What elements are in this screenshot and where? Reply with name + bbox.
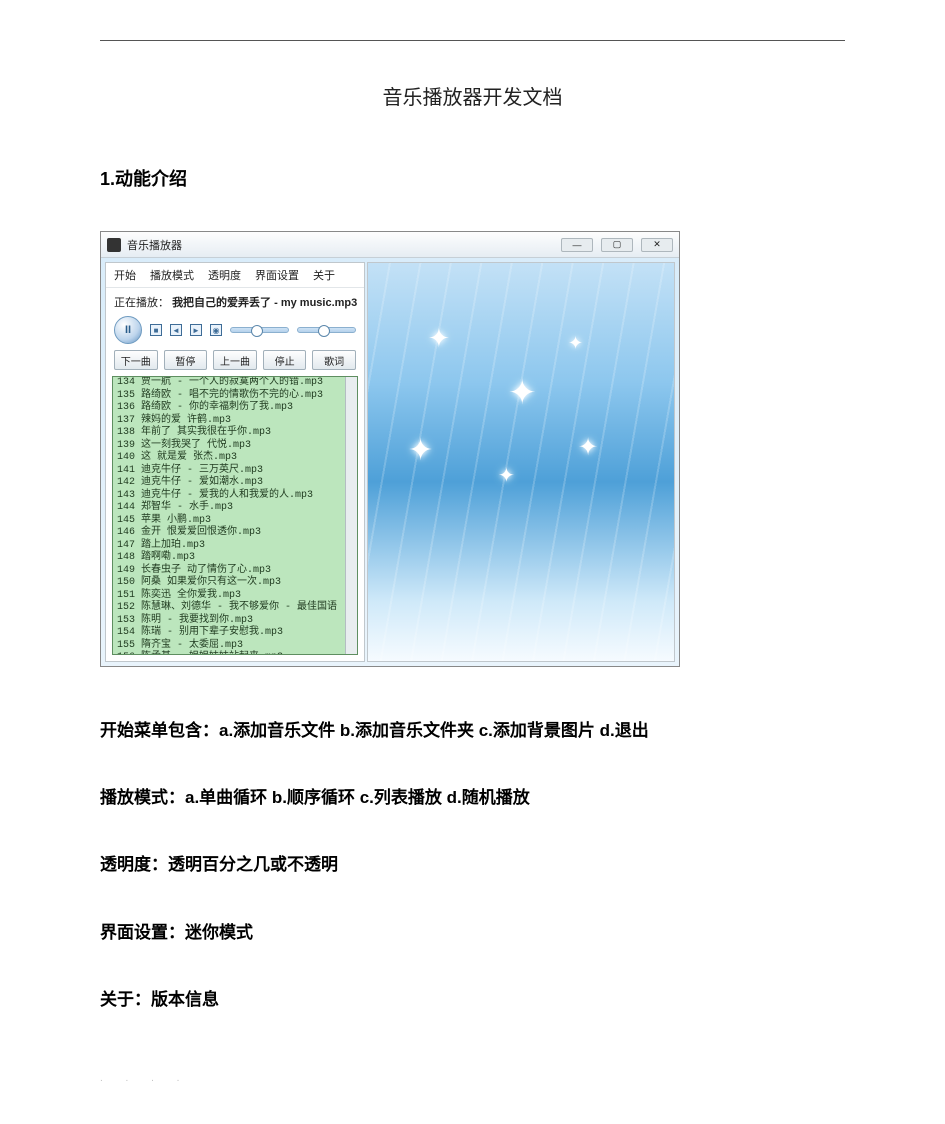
list-item[interactable]: 139 这一刻我哭了 代悦.mp3	[113, 440, 357, 453]
prev-track-button[interactable]: 上一曲	[213, 350, 257, 370]
play-pause-button[interactable]: II	[114, 316, 142, 344]
volume-icon[interactable]: ◉	[210, 324, 222, 336]
list-item[interactable]: 153 陈明 - 我要找到你.mp3	[113, 615, 357, 628]
sparkle-icon: ✦	[578, 433, 598, 462]
paragraph-about: 关于：版本信息	[100, 986, 845, 1013]
sparkle-icon: ✦	[568, 333, 583, 354]
left-panel: 开始 播放模式 透明度 界面设置 关于 正在播放： 我把自己的爱弄丢了 - my…	[105, 262, 365, 662]
menubar: 开始 播放模式 透明度 界面设置 关于	[106, 263, 364, 288]
window-titlebar: 音乐播放器 — ▢ ✕	[101, 232, 679, 258]
app-screenshot: 音乐播放器 — ▢ ✕ 开始 播放模式 透明度 界面设置 关于 正在播放：	[100, 231, 680, 667]
seek-slider[interactable]	[297, 327, 356, 333]
menu-about[interactable]: 关于	[313, 267, 335, 283]
menu-ui[interactable]: 界面设置	[255, 267, 299, 283]
list-item[interactable]: 152 陈慧琳、刘德华 - 我不够爱你 - 最佳国语	[113, 602, 357, 615]
menu-playmode[interactable]: 播放模式	[150, 267, 194, 283]
list-item[interactable]: 150 阿桑 如果爱你只有这一次.mp3	[113, 577, 357, 590]
list-item[interactable]: 136 路绮欧 - 你的幸福刺伤了我.mp3	[113, 402, 357, 415]
now-playing: 正在播放： 我把自己的爱弄丢了 - my music.mp3	[106, 288, 364, 312]
maximize-button[interactable]: ▢	[601, 238, 633, 252]
now-playing-label: 正在播放：	[114, 297, 169, 309]
button-row: 下一曲 暂停 上一曲 停止 歌词	[106, 350, 364, 376]
list-item[interactable]: 144 郑智华 - 水手.mp3	[113, 502, 357, 515]
menu-start[interactable]: 开始	[114, 267, 136, 283]
paragraph-start-menu: 开始菜单包含：a.添加音乐文件 b.添加音乐文件夹 c.添加背景图片 d.退出	[100, 717, 845, 744]
list-item[interactable]: 151 陈奕迅 全你爱我.mp3	[113, 590, 357, 603]
list-item[interactable]: 134 贾一航 - 一个人的寂寞两个人的错.mp3	[113, 377, 357, 390]
sparkle-icon: ✦	[498, 463, 515, 488]
pause-button[interactable]: 暂停	[164, 350, 208, 370]
list-item[interactable]: 141 迪克牛仔 - 三万英尺.mp3	[113, 465, 357, 478]
list-item[interactable]: 147 踏上加珀.mp3	[113, 540, 357, 553]
list-item[interactable]: 143 迪克牛仔 - 爱我的人和我爱的人.mp3	[113, 490, 357, 503]
paragraph-play-mode: 播放模式：a.单曲循环 b.顺序循环 c.列表播放 d.随机播放	[100, 784, 845, 811]
list-item[interactable]: 137 辣妈的爱 许鹤.mp3	[113, 415, 357, 428]
list-item[interactable]: 145 苹果 小鹏.mp3	[113, 515, 357, 528]
list-item[interactable]: 155 隋齐宝 - 太委屈.mp3	[113, 640, 357, 653]
volume-slider[interactable]	[230, 327, 289, 333]
app-icon	[107, 238, 121, 252]
list-item[interactable]: 142 迪克牛仔 - 爱如潮水.mp3	[113, 477, 357, 490]
list-item[interactable]: 146 金开 恨爱爱回恨透你.mp3	[113, 527, 357, 540]
stop-icon[interactable]: ■	[150, 324, 162, 336]
sparkle-icon: ✦	[508, 373, 537, 413]
close-button[interactable]: ✕	[641, 238, 673, 252]
list-item[interactable]: 148 踏啊嘞.mp3	[113, 552, 357, 565]
sparkle-icon: ✦	[408, 433, 433, 468]
list-item[interactable]: 138 年前了 其实我很在乎你.mp3	[113, 427, 357, 440]
playlist[interactable]: 134 贾一航 - 一个人的寂寞两个人的错.mp3135 路绮欧 - 唱不完的情…	[112, 376, 358, 655]
list-item[interactable]: 140 这 就是爱 张杰.mp3	[113, 452, 357, 465]
paragraph-opacity: 透明度：透明百分之几或不透明	[100, 851, 845, 878]
document-title: 音乐播放器开发文档	[100, 81, 845, 110]
top-rule	[100, 40, 845, 41]
sparkle-icon: ✦	[428, 323, 450, 354]
window-title: 音乐播放器	[127, 237, 182, 253]
list-item[interactable]: 135 路绮欧 - 唱不完的情歌伤不完的心.mp3	[113, 390, 357, 403]
page-footnote: . . . .	[100, 1073, 845, 1084]
stop-button[interactable]: 停止	[263, 350, 307, 370]
list-item[interactable]: 156 陈承基 - 姐姐妹妹站起来.mp3	[113, 652, 357, 655]
prev-icon[interactable]: ◄	[170, 324, 182, 336]
next-track-button[interactable]: 下一曲	[114, 350, 158, 370]
background-pane: ✦ ✦ ✦ ✦ ✦ ✦	[367, 262, 675, 662]
list-item[interactable]: 149 长春虫子 动了情伤了心.mp3	[113, 565, 357, 578]
list-item[interactable]: 154 陈瑞 - 别用下辈子安慰我.mp3	[113, 627, 357, 640]
menu-opacity[interactable]: 透明度	[208, 267, 241, 283]
section-1-heading: 1.动能介绍	[100, 165, 845, 191]
next-icon[interactable]: ►	[190, 324, 202, 336]
minimize-button[interactable]: —	[561, 238, 593, 252]
transport-controls: II ■ ◄ ► ◉	[106, 312, 364, 350]
paragraph-ui: 界面设置：迷你模式	[100, 919, 845, 946]
lyrics-button[interactable]: 歌词	[312, 350, 356, 370]
playlist-scrollbar[interactable]	[345, 377, 357, 654]
now-playing-track: 我把自己的爱弄丢了 - my music.mp3	[172, 297, 357, 309]
